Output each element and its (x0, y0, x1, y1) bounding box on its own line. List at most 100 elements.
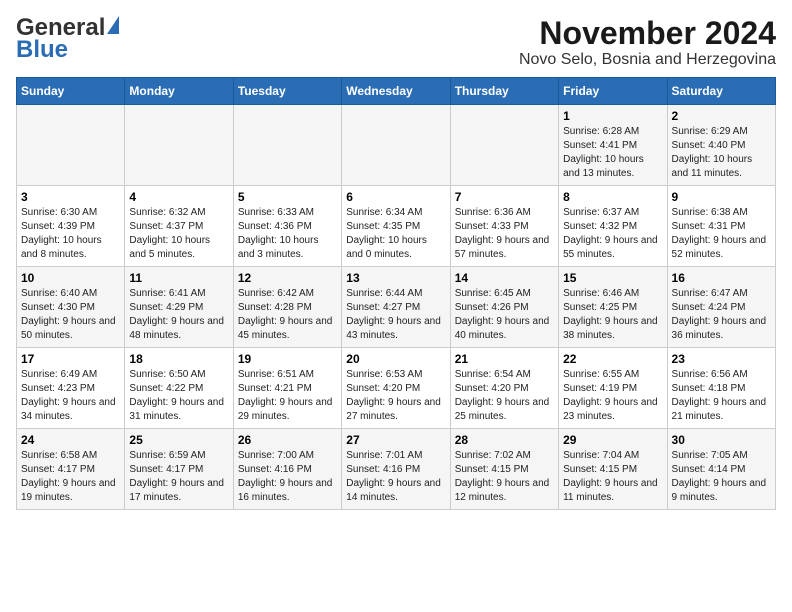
calendar-header-row: SundayMondayTuesdayWednesdayThursdayFrid… (17, 78, 776, 105)
day-number: 8 (563, 190, 662, 204)
header-tuesday: Tuesday (233, 78, 341, 105)
day-info: Sunrise: 6:34 AM Sunset: 4:35 PM Dayligh… (346, 206, 445, 262)
day-cell: 11 Sunrise: 6:41 AM Sunset: 4:29 PM Dayli… (125, 267, 233, 348)
day-info: Sunrise: 7:01 AM Sunset: 4:16 PM Dayligh… (346, 449, 445, 505)
day-cell: 8 Sunrise: 6:37 AM Sunset: 4:32 PM Daylig… (559, 186, 667, 267)
day-cell: 22 Sunrise: 6:55 AM Sunset: 4:19 PM Dayli… (559, 348, 667, 429)
day-number: 10 (21, 271, 120, 285)
day-cell: 5Sunrise: 6:33 AM Sunset: 4:36 PM Daylig… (233, 186, 341, 267)
day-number: 24 (21, 433, 120, 447)
day-number: 3 (21, 190, 120, 204)
day-info: Sunrise: 6:46 AM Sunset: 4:25 PM Dayligh… (563, 287, 662, 343)
day-cell: 19 Sunrise: 6:51 AM Sunset: 4:21 PM Dayli… (233, 348, 341, 429)
day-cell: 6 Sunrise: 6:34 AM Sunset: 4:35 PM Daylig… (342, 186, 450, 267)
day-info: Sunrise: 6:36 AM Sunset: 4:33 PM Dayligh… (455, 206, 554, 262)
day-info: Sunrise: 6:55 AM Sunset: 4:19 PM Dayligh… (563, 368, 662, 424)
title-area: November 2024 Novo Selo, Bosnia and Herz… (519, 16, 776, 69)
day-number: 4 (129, 190, 228, 204)
day-info: Sunrise: 6:42 AM Sunset: 4:28 PM Dayligh… (238, 287, 337, 343)
day-number: 29 (563, 433, 662, 447)
day-info: Sunrise: 6:50 AM Sunset: 4:22 PM Dayligh… (129, 368, 228, 424)
day-cell: 26 Sunrise: 7:00 AM Sunset: 4:16 PM Dayli… (233, 429, 341, 510)
day-cell: 14 Sunrise: 6:45 AM Sunset: 4:26 PM Dayli… (450, 267, 558, 348)
day-cell: 3Sunrise: 6:30 AM Sunset: 4:39 PM Daylig… (17, 186, 125, 267)
day-number: 12 (238, 271, 337, 285)
day-info: Sunrise: 6:58 AM Sunset: 4:17 PM Dayligh… (21, 449, 120, 505)
day-info: Sunrise: 6:38 AM Sunset: 4:31 PM Dayligh… (672, 206, 771, 262)
day-cell: 23Sunrise: 6:56 AM Sunset: 4:18 PM Dayli… (667, 348, 775, 429)
day-number: 23 (672, 352, 771, 366)
day-info: Sunrise: 6:29 AM Sunset: 4:40 PM Dayligh… (672, 125, 771, 181)
day-cell: 4 Sunrise: 6:32 AM Sunset: 4:37 PM Daylig… (125, 186, 233, 267)
day-cell: 12 Sunrise: 6:42 AM Sunset: 4:28 PM Dayli… (233, 267, 341, 348)
day-number: 1 (563, 109, 662, 123)
day-number: 11 (129, 271, 228, 285)
day-info: Sunrise: 6:41 AM Sunset: 4:29 PM Dayligh… (129, 287, 228, 343)
page-title: November 2024 (519, 16, 776, 51)
day-info: Sunrise: 6:37 AM Sunset: 4:32 PM Dayligh… (563, 206, 662, 262)
day-cell (342, 105, 450, 186)
day-cell: 7 Sunrise: 6:36 AM Sunset: 4:33 PM Daylig… (450, 186, 558, 267)
header: General Blue November 2024 Novo Selo, Bo… (16, 16, 776, 69)
week-row-4: 24 Sunrise: 6:58 AM Sunset: 4:17 PM Dayli… (17, 429, 776, 510)
day-info: Sunrise: 7:04 AM Sunset: 4:15 PM Dayligh… (563, 449, 662, 505)
day-number: 21 (455, 352, 554, 366)
day-info: Sunrise: 6:54 AM Sunset: 4:20 PM Dayligh… (455, 368, 554, 424)
day-cell: 1 Sunrise: 6:28 AM Sunset: 4:41 PM Daylig… (559, 105, 667, 186)
header-sunday: Sunday (17, 78, 125, 105)
day-cell: 16Sunrise: 6:47 AM Sunset: 4:24 PM Dayli… (667, 267, 775, 348)
header-saturday: Saturday (667, 78, 775, 105)
week-row-0: 1 Sunrise: 6:28 AM Sunset: 4:41 PM Daylig… (17, 105, 776, 186)
day-number: 13 (346, 271, 445, 285)
day-cell (233, 105, 341, 186)
day-cell: 13Sunrise: 6:44 AM Sunset: 4:27 PM Dayli… (342, 267, 450, 348)
day-number: 27 (346, 433, 445, 447)
header-wednesday: Wednesday (342, 78, 450, 105)
day-info: Sunrise: 6:59 AM Sunset: 4:17 PM Dayligh… (129, 449, 228, 505)
day-cell: 21 Sunrise: 6:54 AM Sunset: 4:20 PM Dayli… (450, 348, 558, 429)
day-number: 2 (672, 109, 771, 123)
day-number: 9 (672, 190, 771, 204)
week-row-3: 17Sunrise: 6:49 AM Sunset: 4:23 PM Dayli… (17, 348, 776, 429)
day-number: 20 (346, 352, 445, 366)
header-monday: Monday (125, 78, 233, 105)
day-cell (125, 105, 233, 186)
day-number: 22 (563, 352, 662, 366)
day-info: Sunrise: 6:40 AM Sunset: 4:30 PM Dayligh… (21, 287, 120, 343)
calendar: SundayMondayTuesdayWednesdayThursdayFrid… (16, 77, 776, 510)
day-number: 28 (455, 433, 554, 447)
day-info: Sunrise: 7:00 AM Sunset: 4:16 PM Dayligh… (238, 449, 337, 505)
day-info: Sunrise: 6:45 AM Sunset: 4:26 PM Dayligh… (455, 287, 554, 343)
day-cell: 18 Sunrise: 6:50 AM Sunset: 4:22 PM Dayli… (125, 348, 233, 429)
day-info: Sunrise: 6:51 AM Sunset: 4:21 PM Dayligh… (238, 368, 337, 424)
day-number: 26 (238, 433, 337, 447)
day-info: Sunrise: 6:32 AM Sunset: 4:37 PM Dayligh… (129, 206, 228, 262)
day-info: Sunrise: 6:28 AM Sunset: 4:41 PM Dayligh… (563, 125, 662, 181)
page-subtitle: Novo Selo, Bosnia and Herzegovina (519, 51, 776, 69)
day-cell: 24 Sunrise: 6:58 AM Sunset: 4:17 PM Dayli… (17, 429, 125, 510)
logo-blue: Blue (16, 38, 68, 62)
day-cell: 9 Sunrise: 6:38 AM Sunset: 4:31 PM Daylig… (667, 186, 775, 267)
week-row-2: 10 Sunrise: 6:40 AM Sunset: 4:30 PM Dayli… (17, 267, 776, 348)
day-cell: 25 Sunrise: 6:59 AM Sunset: 4:17 PM Dayli… (125, 429, 233, 510)
day-number: 19 (238, 352, 337, 366)
week-row-1: 3Sunrise: 6:30 AM Sunset: 4:39 PM Daylig… (17, 186, 776, 267)
day-cell: 28 Sunrise: 7:02 AM Sunset: 4:15 PM Dayli… (450, 429, 558, 510)
day-number: 18 (129, 352, 228, 366)
day-number: 15 (563, 271, 662, 285)
day-cell (450, 105, 558, 186)
day-info: Sunrise: 7:02 AM Sunset: 4:15 PM Dayligh… (455, 449, 554, 505)
day-number: 25 (129, 433, 228, 447)
day-info: Sunrise: 7:05 AM Sunset: 4:14 PM Dayligh… (672, 449, 771, 505)
day-number: 16 (672, 271, 771, 285)
day-cell: 15 Sunrise: 6:46 AM Sunset: 4:25 PM Dayli… (559, 267, 667, 348)
day-number: 14 (455, 271, 554, 285)
day-number: 30 (672, 433, 771, 447)
day-number: 7 (455, 190, 554, 204)
day-number: 6 (346, 190, 445, 204)
day-info: Sunrise: 6:53 AM Sunset: 4:20 PM Dayligh… (346, 368, 445, 424)
day-cell: 2 Sunrise: 6:29 AM Sunset: 4:40 PM Daylig… (667, 105, 775, 186)
day-cell: 10 Sunrise: 6:40 AM Sunset: 4:30 PM Dayli… (17, 267, 125, 348)
logo: General Blue (16, 16, 119, 62)
day-info: Sunrise: 6:33 AM Sunset: 4:36 PM Dayligh… (238, 206, 337, 262)
